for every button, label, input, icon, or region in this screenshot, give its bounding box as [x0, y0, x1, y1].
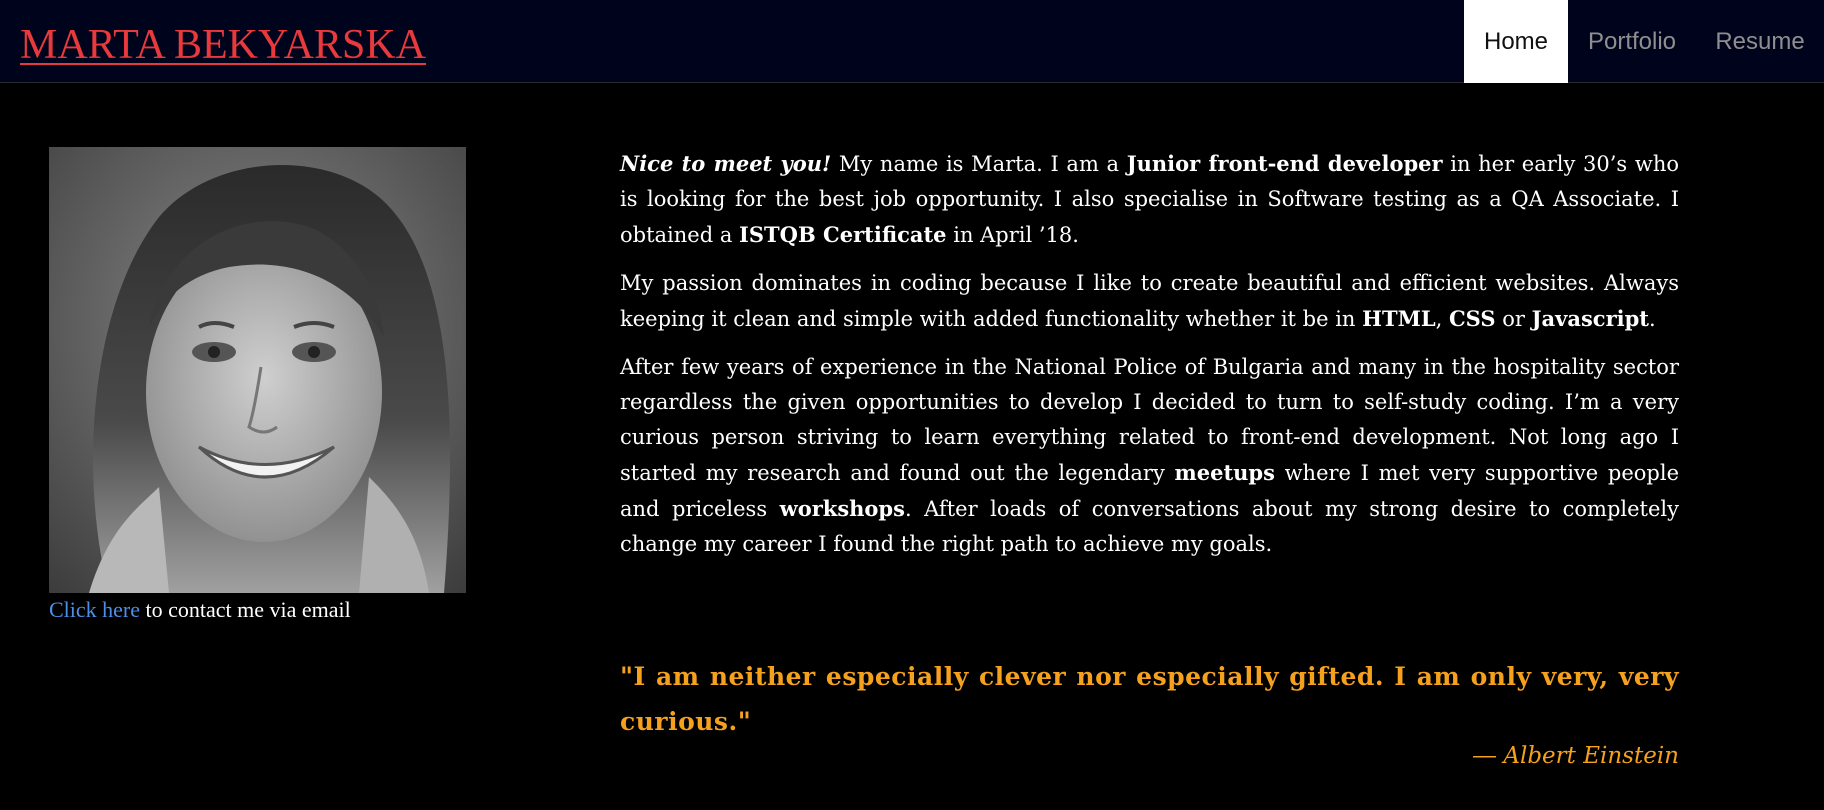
- bio-paragraph-1: Nice to meet you! My name is Marta. I am…: [620, 146, 1679, 253]
- nav-home[interactable]: Home: [1464, 0, 1568, 83]
- bio-text: ,: [1435, 307, 1449, 331]
- site-title-link[interactable]: MARTA BEKYARSKA: [20, 24, 426, 66]
- quote-text: "I am neither especially clever nor espe…: [620, 662, 1679, 736]
- cert-highlight: ISTQB Certificate: [739, 222, 947, 247]
- workshops-highlight: workshops: [779, 496, 905, 521]
- contact-text: to contact me via email: [140, 597, 351, 622]
- bio-text: in April ’18.: [946, 223, 1079, 247]
- contact-line: Click here to contact me via email: [49, 597, 351, 623]
- skill-javascript: Javascript: [1531, 306, 1649, 331]
- bio-text: My name is Marta. I am a: [831, 152, 1127, 176]
- email-contact-link[interactable]: Click here: [49, 597, 140, 622]
- bio-text: or: [1495, 307, 1532, 331]
- role-highlight: Junior front-end developer: [1126, 151, 1443, 176]
- profile-photo: [49, 147, 466, 593]
- meetups-highlight: meetups: [1174, 460, 1275, 485]
- bio-section: Nice to meet you! My name is Marta. I am…: [620, 146, 1679, 575]
- nav-resume[interactable]: Resume: [1696, 0, 1824, 83]
- nav-portfolio[interactable]: Portfolio: [1568, 0, 1696, 83]
- top-navbar: MARTA BEKYARSKA Home Portfolio Resume: [0, 0, 1824, 83]
- skill-html: HTML: [1362, 306, 1436, 331]
- skill-css: CSS: [1448, 306, 1496, 331]
- quote-author: ― Albert Einstein: [1473, 743, 1679, 769]
- bio-paragraph-2: My passion dominates in coding because I…: [620, 266, 1679, 337]
- bio-text: .: [1649, 307, 1656, 331]
- greeting: Nice to meet you!: [620, 151, 832, 176]
- main-nav: Home Portfolio Resume: [1464, 0, 1824, 83]
- bio-paragraph-3: After few years of experience in the Nat…: [620, 350, 1679, 562]
